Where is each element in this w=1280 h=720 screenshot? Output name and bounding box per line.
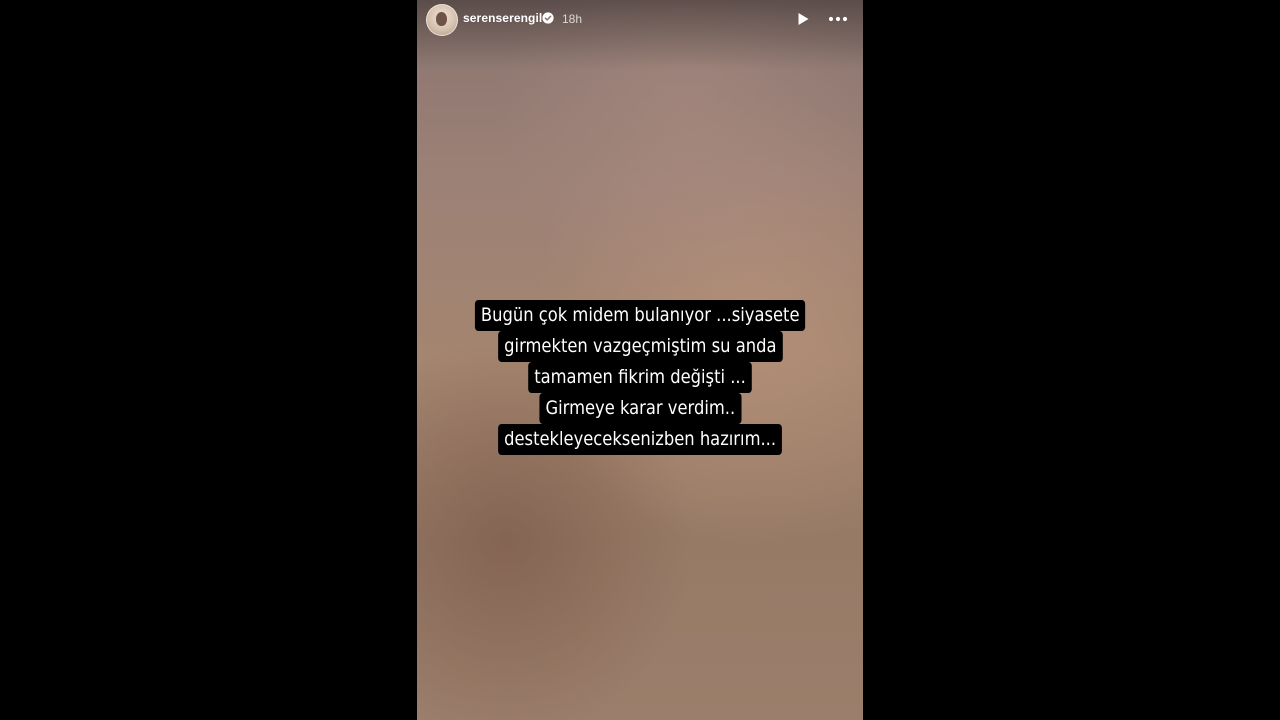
story-header: serenserengil 18h bbox=[417, 0, 863, 40]
profile-avatar[interactable] bbox=[426, 4, 458, 36]
username-label[interactable]: serenserengil bbox=[463, 11, 542, 25]
caption-line: destekleyeceksenizben hazırım... bbox=[498, 424, 782, 455]
caption-line: Bugün çok midem bulanıyor ...siyasete bbox=[474, 300, 806, 331]
story-frame[interactable]: serenserengil 18h Bugün çok midem bulanı… bbox=[417, 0, 863, 720]
caption-line: Girmeye karar verdim.. bbox=[539, 393, 741, 424]
time-ago: 18h bbox=[562, 12, 583, 26]
caption-line: tamamen fikrim değişti ... bbox=[528, 362, 752, 393]
story-viewer: serenserengil 18h Bugün çok midem bulanı… bbox=[0, 0, 1280, 720]
verified-badge-icon bbox=[542, 12, 554, 24]
story-caption: Bugün çok midem bulanıyor ...siyasete gi… bbox=[457, 300, 823, 455]
play-icon[interactable] bbox=[795, 11, 811, 27]
caption-line: girmekten vazgeçmiştim su anda bbox=[497, 331, 783, 362]
more-options-icon[interactable] bbox=[827, 12, 849, 26]
